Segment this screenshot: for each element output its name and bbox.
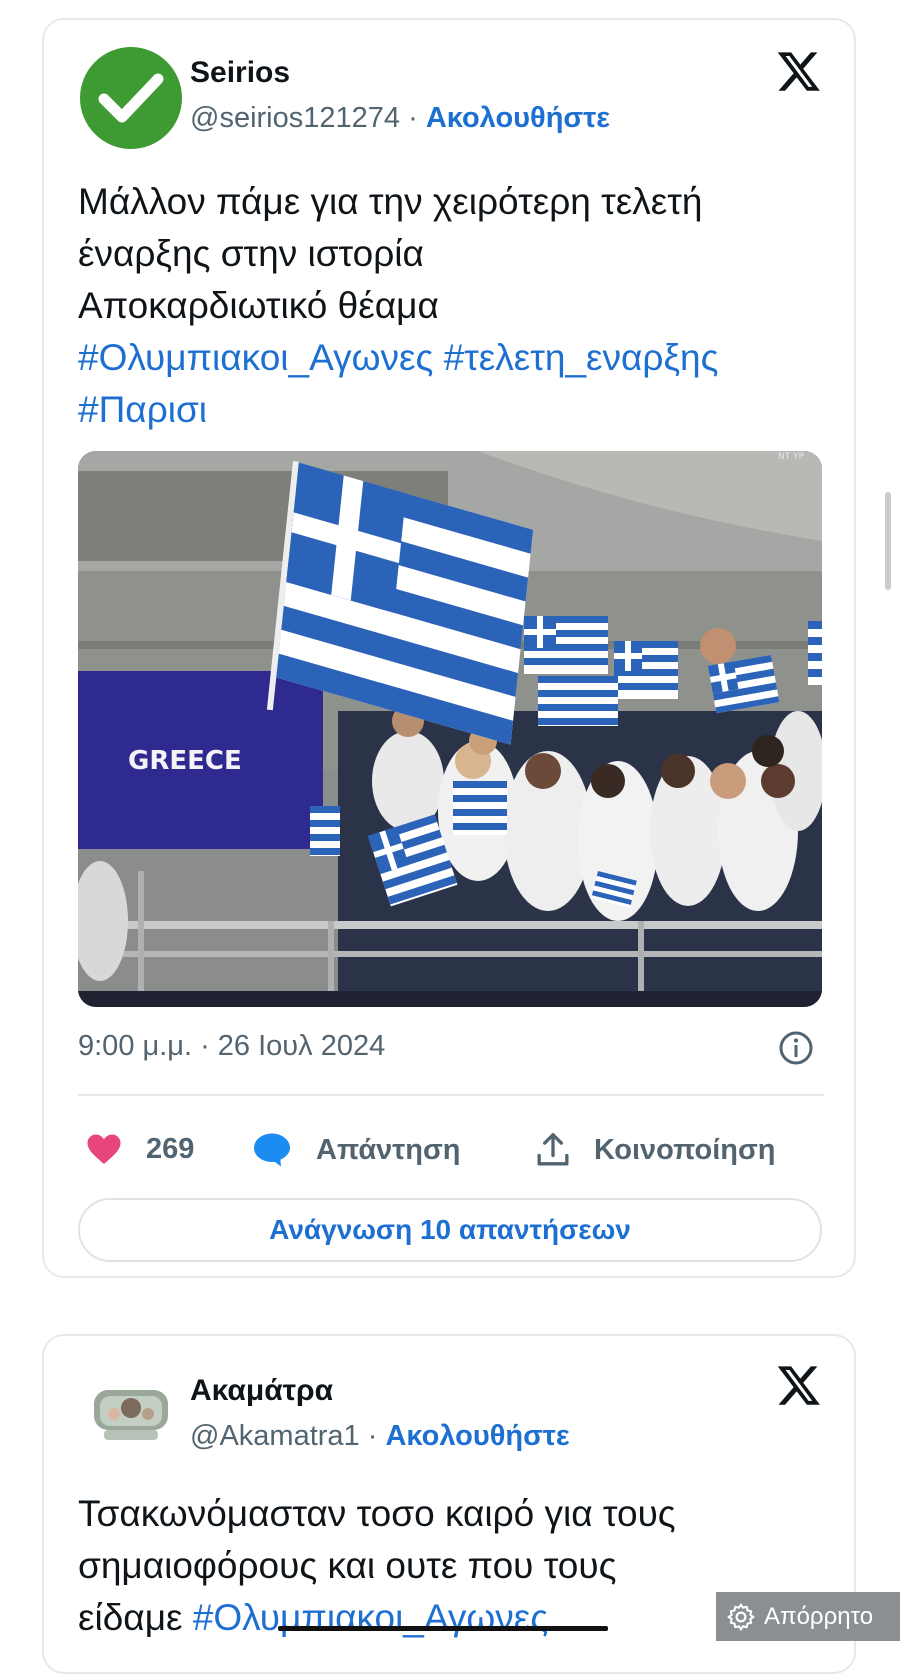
strike-mark bbox=[278, 1626, 608, 1631]
like-button[interactable]: 269 bbox=[86, 1132, 194, 1166]
tweet-text-line: Μάλλον πάμε για την χειρότερη τελετή bbox=[78, 181, 703, 222]
scrollbar[interactable] bbox=[885, 492, 891, 590]
photo-greek-team-flags: GREECE ΝΤ ΥΡ bbox=[78, 451, 822, 1007]
tweet-text: Τσακωνόμασταν τοσο καιρό για τους σημαιο… bbox=[78, 1488, 824, 1644]
separator-dot: · bbox=[408, 102, 418, 134]
info-icon[interactable] bbox=[778, 1030, 814, 1066]
follow-button[interactable]: Ακολουθήστε bbox=[426, 102, 610, 134]
tweet-photo[interactable]: GREECE ΝΤ ΥΡ bbox=[78, 451, 822, 1007]
author-name[interactable]: Ακαμάτρα bbox=[190, 1374, 333, 1408]
hashtag-link[interactable]: #τελετη_εναρξης bbox=[444, 337, 719, 378]
avatar-image bbox=[94, 1390, 168, 1440]
tweet-text: Μάλλον πάμε για την χειρότερη τελετή ένα… bbox=[78, 176, 824, 436]
reply-bubble-icon bbox=[254, 1133, 290, 1167]
author-handle-line: @seirios121274 · Ακολουθήστε bbox=[190, 102, 610, 135]
share-icon bbox=[537, 1133, 569, 1166]
separator-dot: · bbox=[367, 1420, 378, 1452]
privacy-badge[interactable]: Απόρρητο bbox=[716, 1592, 900, 1641]
reply-button[interactable]: Απάντηση bbox=[252, 1132, 461, 1168]
x-logo-icon[interactable] bbox=[776, 1362, 822, 1408]
tweet-text-line: Τσακωνόμασταν τοσο καιρό για τους bbox=[78, 1493, 676, 1534]
author-handle[interactable]: @seirios121274 bbox=[190, 102, 400, 134]
hashtag-link[interactable]: #Παρισι bbox=[78, 389, 207, 430]
avatar[interactable] bbox=[80, 47, 182, 149]
tweet-text-line: σημαιοφόρους και ουτε που τους bbox=[78, 1545, 617, 1586]
hashtag-link[interactable]: #Ολυμπιακοι_Αγωνες bbox=[193, 1597, 548, 1638]
tweet-timestamp[interactable]: 9:00 μ.μ. · 26 Ιουλ 2024 bbox=[78, 1030, 385, 1063]
tweet-actions: 269 Απάντηση Κοινοποίηση bbox=[78, 1132, 822, 1176]
hashtag-link[interactable]: #Ολυμπιακοι_Αγωνες bbox=[78, 337, 433, 378]
reply-label: Απάντηση bbox=[316, 1133, 461, 1166]
read-replies-button[interactable]: Ανάγνωση 10 απαντήσεων bbox=[78, 1198, 822, 1262]
avatar[interactable] bbox=[90, 1382, 172, 1446]
author-handle[interactable]: @Akamatra1 bbox=[190, 1420, 360, 1452]
tweet-text-line: έναρξης στην ιστορία bbox=[78, 233, 424, 274]
author-handle-line: @Akamatra1 · Ακολουθήστε bbox=[190, 1420, 570, 1453]
photo-corner-watermark: ΝΤ ΥΡ bbox=[778, 452, 805, 462]
follow-button[interactable]: Ακολουθήστε bbox=[385, 1420, 569, 1452]
greece-sign-text: GREECE bbox=[128, 746, 242, 776]
share-label: Κοινοποίηση bbox=[594, 1133, 776, 1166]
like-count: 269 bbox=[146, 1132, 195, 1165]
tweet-card: Seirios @seirios121274 · Ακολουθήστε Μάλ… bbox=[42, 18, 856, 1278]
share-button[interactable]: Κοινοποίηση bbox=[536, 1132, 776, 1168]
author-name[interactable]: Seirios bbox=[190, 56, 290, 90]
gear-icon bbox=[727, 1603, 755, 1630]
tweet-text-line: Αποκαρδιωτικό θέαμα bbox=[78, 285, 439, 326]
divider bbox=[78, 1094, 824, 1096]
verified-check-icon bbox=[98, 73, 164, 123]
heart-icon bbox=[87, 1134, 121, 1164]
tweet-text-line: είδαμε bbox=[78, 1597, 183, 1638]
privacy-label: Απόρρητο bbox=[764, 1602, 874, 1630]
x-logo-icon[interactable] bbox=[776, 48, 822, 94]
